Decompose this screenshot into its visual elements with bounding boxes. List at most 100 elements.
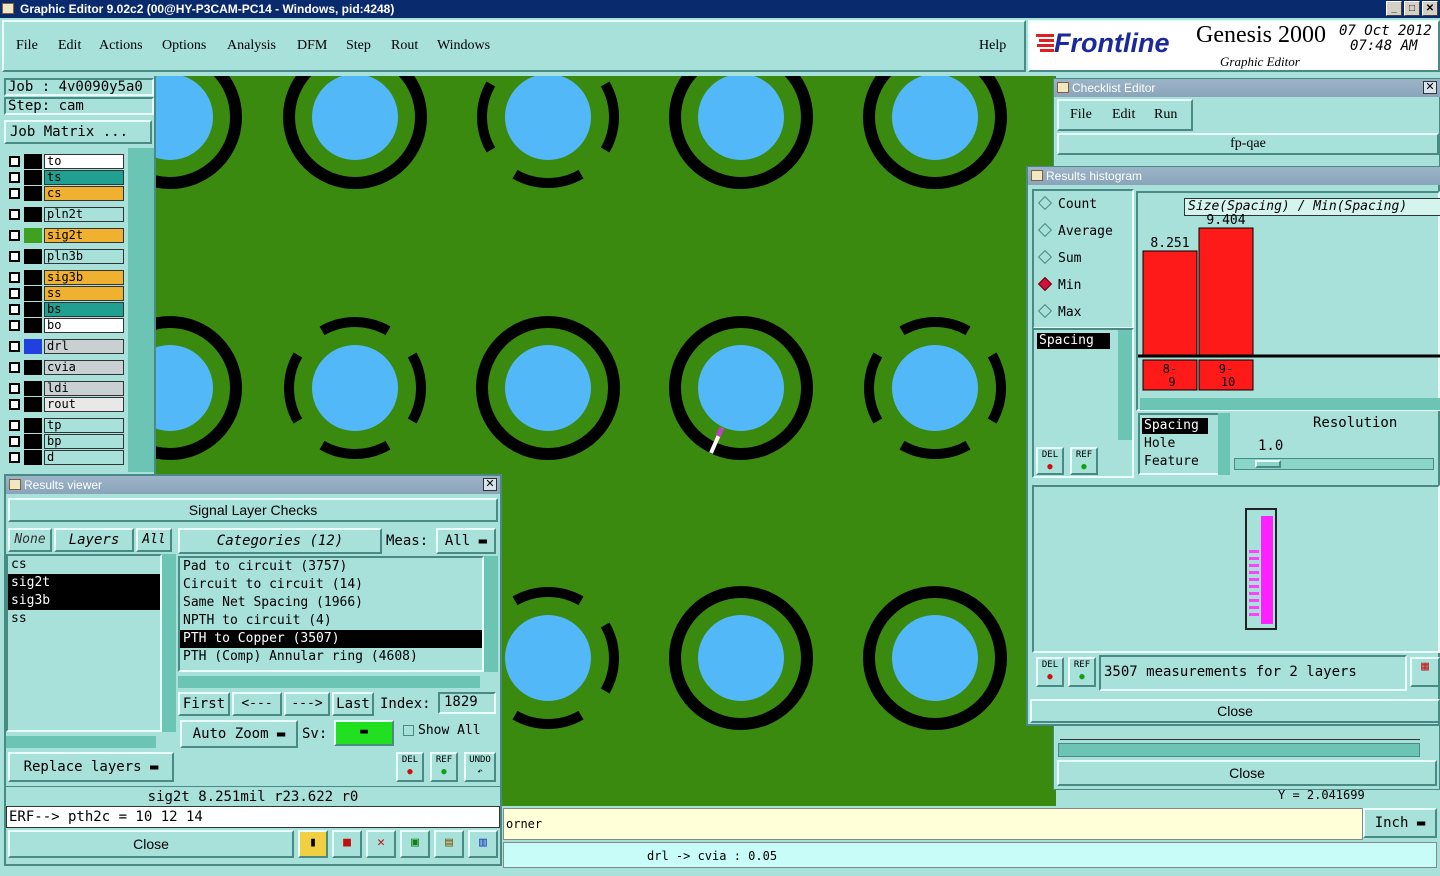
layer-checkbox[interactable] [9, 172, 20, 183]
replace-layers-dropdown[interactable]: Replace layers ▬ [8, 752, 174, 782]
layer-scrollbar[interactable] [128, 148, 154, 472]
layer-color-swatch[interactable] [24, 186, 42, 201]
close-window-button[interactable]: ✕ [1422, 1, 1438, 16]
layer-checkbox[interactable] [9, 383, 20, 394]
layer-row-bp[interactable]: bp [6, 434, 124, 449]
all-button[interactable]: All [136, 528, 172, 552]
type-item-spacing[interactable]: Spacing [1142, 418, 1208, 434]
checklist-menu-edit[interactable]: Edit [1112, 107, 1135, 123]
layer-row-to[interactable]: to [6, 154, 124, 169]
layer-checkbox[interactable] [9, 341, 20, 352]
delete-report-icon[interactable]: ✕ [366, 830, 396, 858]
type-item-hole[interactable]: Hole [1144, 436, 1175, 451]
layer-row-rout[interactable]: rout [6, 397, 124, 412]
type-scrollbar[interactable] [1218, 413, 1230, 475]
layer-result-item[interactable]: sig3b [8, 592, 160, 610]
layer-checkbox[interactable] [9, 188, 20, 199]
mode-radio-count[interactable]: Count [1037, 195, 1097, 212]
checklist-menu-run[interactable]: Run [1154, 107, 1177, 123]
layer-name[interactable]: cs [44, 186, 124, 201]
layer-color-swatch[interactable] [24, 397, 42, 412]
categories-button[interactable]: Categories (12) [178, 528, 382, 554]
layer-checkbox[interactable] [9, 209, 20, 220]
checklist-menu-file[interactable]: File [1070, 107, 1092, 123]
scatter-ref-button[interactable]: REF ● [1068, 657, 1096, 687]
layer-color-swatch[interactable] [24, 450, 42, 465]
maximize-button[interactable]: □ [1404, 1, 1420, 16]
layer-checkbox[interactable] [9, 452, 20, 463]
layer-name[interactable]: d [44, 450, 124, 465]
results-close-button[interactable]: Close [8, 830, 294, 858]
layer-row-d[interactable]: d [6, 450, 124, 465]
layer-checkbox[interactable] [9, 272, 20, 283]
layer-checkbox[interactable] [9, 420, 20, 431]
layer-name[interactable]: cvia [44, 360, 124, 375]
layer-checkbox[interactable] [9, 362, 20, 373]
histogram-ref-button[interactable]: REF ● [1070, 447, 1098, 475]
layer-row-sig2t[interactable]: sig2t [6, 228, 124, 243]
numbered-list-icon[interactable]: ▣ [400, 830, 430, 858]
layer-color-swatch[interactable] [24, 318, 42, 333]
layer-color-swatch[interactable] [24, 170, 42, 185]
menu-step[interactable]: Step [346, 38, 371, 54]
layer-name[interactable]: bp [44, 434, 124, 449]
layer-result-item[interactable]: cs [8, 556, 160, 574]
layer-row-drl[interactable]: drl [6, 339, 124, 354]
chart-hscrollbar[interactable] [1140, 398, 1440, 410]
layer-color-swatch[interactable] [24, 207, 42, 222]
layer-row-pln2t[interactable]: pln2t [6, 207, 124, 222]
layer-row-cs[interactable]: cs [6, 186, 124, 201]
layer-row-sig3b[interactable]: sig3b [6, 270, 124, 285]
layer-color-swatch[interactable] [24, 270, 42, 285]
layer-row-bs[interactable]: bs [6, 302, 124, 317]
layer-row-ss[interactable]: ss [6, 286, 124, 301]
type-item-feature[interactable]: Feature [1144, 454, 1199, 469]
menu-rout[interactable]: Rout [391, 38, 418, 54]
layer-results-scrollbar[interactable] [162, 554, 176, 732]
menu-file[interactable]: File [16, 38, 38, 54]
histogram-del-button[interactable]: DEL ● [1036, 447, 1064, 475]
menu-dfm[interactable]: DFM [297, 38, 327, 54]
layer-name[interactable]: pln2t [44, 207, 124, 222]
first-button[interactable]: First [178, 692, 230, 716]
chart-options-icon[interactable]: ▦ [1410, 657, 1440, 687]
viewer-del-button[interactable]: DEL ● [396, 752, 424, 782]
menu-actions[interactable]: Actions [99, 38, 143, 54]
category-item[interactable]: Same Net Spacing (1966) [180, 594, 482, 612]
layer-color-swatch[interactable] [24, 434, 42, 449]
mode-radio-min[interactable]: Min [1037, 276, 1081, 293]
layer-row-tp[interactable]: tp [6, 418, 124, 433]
menu-analysis[interactable]: Analysis [227, 38, 276, 54]
layer-checkbox[interactable] [9, 156, 20, 167]
layer-name[interactable]: bs [44, 302, 124, 317]
units-dropdown[interactable]: Inch ▬ [1363, 808, 1437, 838]
category-item[interactable]: PTH (Comp) Annular ring (4608) [180, 648, 482, 666]
severity-dropdown[interactable]: ▬ [334, 720, 394, 746]
mode-radio-sum[interactable]: Sum [1037, 249, 1081, 266]
layer-name[interactable]: sig3b [44, 270, 124, 285]
checklist-close-button[interactable]: Close [1057, 760, 1437, 786]
layers-button[interactable]: Layers [54, 528, 134, 552]
resolution-slider[interactable] [1234, 458, 1434, 470]
last-button[interactable]: Last [332, 692, 374, 716]
layer-color-swatch[interactable] [24, 286, 42, 301]
none-button[interactable]: None [8, 528, 52, 552]
categories-scrollbar[interactable] [484, 556, 498, 672]
layer-row-ldi[interactable]: ldi [6, 381, 124, 396]
scatter-del-button[interactable]: DEL ● [1036, 657, 1064, 687]
layer-name[interactable]: bo [44, 318, 124, 333]
layer-color-swatch[interactable] [24, 418, 42, 433]
layer-name[interactable]: rout [44, 397, 124, 412]
layer-result-item[interactable]: sig2t [8, 574, 160, 592]
close-icon[interactable]: ✕ [1423, 81, 1437, 94]
layer-checkbox[interactable] [9, 251, 20, 262]
category-item[interactable]: Pad to circuit (3757) [180, 558, 482, 576]
layer-row-bo[interactable]: bo [6, 318, 124, 333]
layer-row-ts[interactable]: ts [6, 170, 124, 185]
menu-windows[interactable]: Windows [437, 38, 490, 54]
report-icon[interactable]: ▤ [434, 830, 464, 858]
job-matrix-button[interactable]: Job Matrix ... [4, 120, 152, 144]
layer-checkbox[interactable] [9, 288, 20, 299]
mode-radio-max[interactable]: Max [1037, 303, 1081, 320]
menu-options[interactable]: Options [162, 38, 206, 54]
